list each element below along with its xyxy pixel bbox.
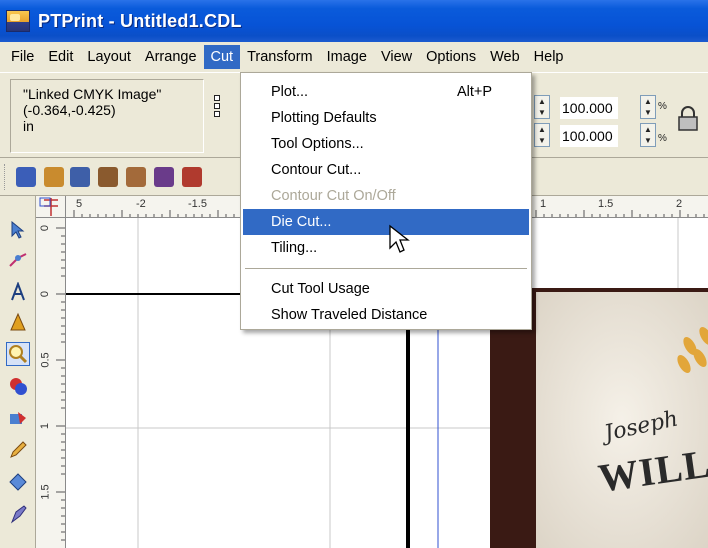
pick-tool-icon[interactable]	[6, 218, 30, 242]
scale-y-left-spinner[interactable]: ▲ ▼	[534, 123, 550, 147]
toolbar-open-icon[interactable]	[44, 167, 64, 187]
ruler-top-label: -2	[136, 198, 146, 210]
menu-item-die-cut[interactable]: Die Cut...	[243, 209, 529, 235]
toolbar-grip[interactable]	[4, 164, 7, 190]
object-name: "Linked CMYK Image"	[23, 86, 162, 102]
ruler-left-label: 1.5	[39, 484, 52, 500]
pencil-tool-icon[interactable]	[6, 438, 30, 462]
tool-palette	[0, 196, 36, 548]
menu-item-show-traveled-distance[interactable]: Show Traveled Distance	[243, 302, 529, 328]
fill-tool-icon[interactable]	[6, 406, 30, 430]
anchor-points-icon[interactable]	[214, 93, 226, 127]
scale-x-percent: %	[658, 101, 667, 112]
scale-y-percent: %	[658, 133, 667, 144]
ruler-top-label: -1.5	[188, 198, 207, 210]
menu-bar: File Edit Layout Arrange Cut Transform I…	[0, 42, 708, 72]
menu-help[interactable]: Help	[527, 45, 571, 69]
menu-item-plot[interactable]: Plot... Alt+P	[243, 79, 529, 105]
title-bar: PTPrint - Untitled1.CDL	[0, 0, 708, 42]
menu-options[interactable]: Options	[419, 45, 483, 69]
scale-x-spinner[interactable]: ▲ ▼	[640, 95, 656, 119]
text-tool-icon[interactable]	[6, 280, 30, 304]
toolbar-new-icon[interactable]	[16, 167, 36, 187]
menu-view[interactable]: View	[374, 45, 419, 69]
cut-menu-dropdown: Plot... Alt+P Plotting Defaults Tool Opt…	[240, 72, 532, 330]
object-position: (-0.364,-0.425)	[23, 102, 116, 118]
pen-tool-icon[interactable]	[6, 502, 30, 526]
menu-item-plot-label: Plot...	[271, 84, 309, 100]
artistic-text-tool-icon[interactable]	[6, 310, 30, 334]
ruler-left-label: 0	[39, 224, 52, 232]
toolbar-save-icon[interactable]	[70, 167, 90, 187]
scale-x-left-spinner[interactable]: ▲ ▼	[534, 95, 550, 119]
lock-ratio-icon[interactable]	[676, 105, 700, 133]
menu-file[interactable]: File	[4, 45, 41, 69]
ruler-left-label: 0	[39, 290, 52, 298]
shapes-tool-icon[interactable]	[6, 374, 30, 398]
menu-item-cut-tool-usage[interactable]: Cut Tool Usage	[243, 276, 529, 302]
menu-item-tool-options[interactable]: Tool Options...	[243, 131, 529, 157]
ruler-left-label: 0.5	[39, 352, 52, 368]
scale-y-input[interactable]: 100.000	[560, 125, 618, 147]
menu-separator	[245, 268, 527, 269]
ruler-top-label: 1.5	[598, 198, 614, 210]
menu-transform[interactable]: Transform	[240, 45, 320, 69]
menu-image[interactable]: Image	[320, 45, 374, 69]
ruler-top-label: 2	[676, 198, 683, 210]
mouse-cursor-icon	[389, 224, 410, 253]
scale-y-spinner[interactable]: ▲ ▼	[640, 123, 656, 147]
scale-x-input[interactable]: 100.000	[560, 97, 618, 119]
zoom-tool-icon[interactable]	[6, 342, 30, 366]
toolbar-export-icon[interactable]	[126, 167, 146, 187]
menu-item-plotting-defaults[interactable]: Plotting Defaults	[243, 105, 529, 131]
ruler-top-label: 5	[76, 198, 83, 210]
interactive-tool-icon[interactable]	[6, 470, 30, 494]
menu-cut[interactable]: Cut	[203, 45, 241, 69]
menu-item-contour-cut[interactable]: Contour Cut...	[243, 157, 529, 183]
menu-web[interactable]: Web	[483, 45, 527, 69]
window-title: PTPrint - Untitled1.CDL	[38, 10, 242, 31]
menu-layout[interactable]: Layout	[80, 45, 138, 69]
menu-edit[interactable]: Edit	[41, 45, 80, 69]
toolbar-media-icon[interactable]	[182, 167, 202, 187]
menu-item-plot-shortcut: Alt+P	[457, 84, 493, 100]
ruler-top-label: 1	[540, 198, 547, 210]
ruler-origin-icon[interactable]	[36, 196, 66, 218]
menu-item-contour-cut-toggle: Contour Cut On/Off	[271, 188, 396, 204]
object-info-box: "Linked CMYK Image" (-0.364,-0.425) in	[10, 79, 204, 153]
vertical-ruler[interactable]: 0 0 0.5 1 1.5	[36, 218, 66, 548]
shape-tool-icon[interactable]	[6, 248, 30, 272]
ruler-left-label: 1	[39, 422, 52, 430]
menu-arrange[interactable]: Arrange	[138, 45, 204, 69]
toolbar-import-icon[interactable]	[98, 167, 118, 187]
menu-item-tiling[interactable]: Tiling...	[243, 235, 529, 261]
toolbar-print-icon[interactable]	[154, 167, 174, 187]
units-label: in	[23, 118, 34, 134]
ptprint-app-icon[interactable]	[6, 10, 30, 32]
